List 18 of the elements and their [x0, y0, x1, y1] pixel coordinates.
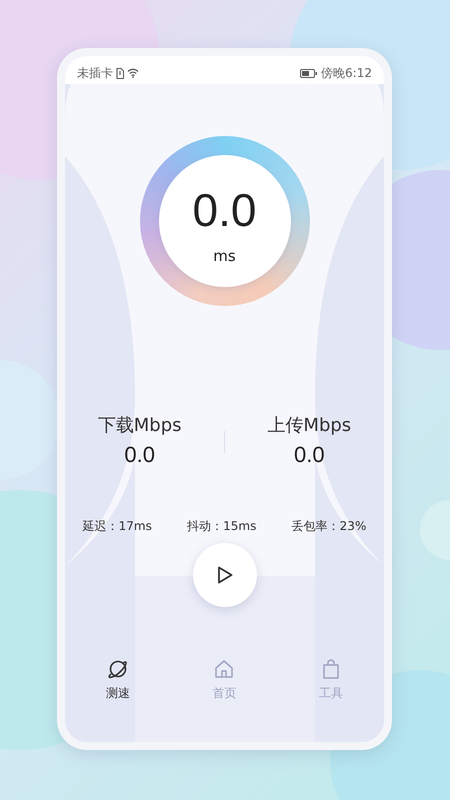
- sim-card-icon: [116, 68, 124, 78]
- nav-tab[interactable]: 测速: [83, 657, 154, 702]
- stat-text: 丢包率：23%: [292, 518, 366, 535]
- play-icon: [216, 565, 234, 585]
- speed-value: 0.0: [294, 441, 325, 469]
- wifi-icon: [127, 68, 139, 78]
- ping-value: 0.0: [192, 187, 256, 233]
- stat-text: 抖动：15ms: [187, 518, 256, 535]
- carrier-label: 未插卡: [77, 64, 113, 82]
- speed-label: 上传Mbps: [267, 414, 352, 438]
- nav-tab[interactable]: 首页: [189, 657, 260, 702]
- stat-text: 延迟：17ms: [82, 518, 152, 535]
- ping-unit: ms: [213, 247, 236, 265]
- speed-label: 下载Mbps: [98, 414, 182, 438]
- clock-time: 傍晚6:12: [321, 64, 372, 82]
- speed-value: 0.0: [124, 441, 155, 469]
- battery-icon: [300, 68, 318, 78]
- nav-tab[interactable]: 工具: [296, 657, 366, 702]
